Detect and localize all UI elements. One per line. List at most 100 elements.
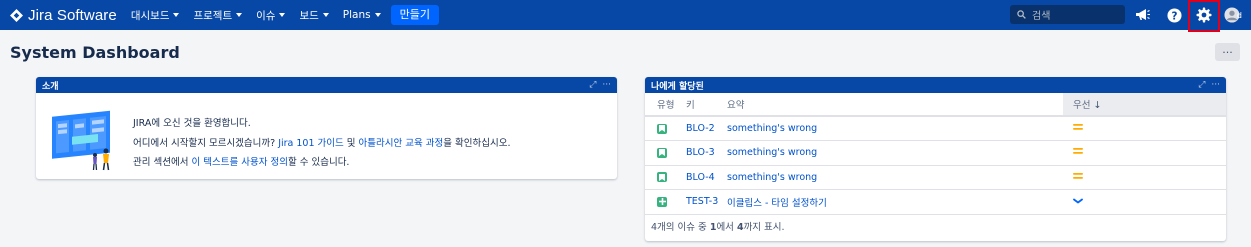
issue-key-link[interactable]: BLO-2 xyxy=(686,123,715,134)
issue-summary-link[interactable]: something's wrong xyxy=(727,123,817,134)
table-row[interactable]: BLO-3 something's wrong xyxy=(645,140,1226,166)
issue-type-cell xyxy=(645,140,686,166)
gadget-more-icon[interactable]: ··· xyxy=(602,80,611,90)
create-button[interactable]: 만들기 xyxy=(390,5,439,25)
customize-text-link[interactable]: 이 텍스트를 사용자 정의 xyxy=(191,157,287,168)
intro-line-getting-started: 어디에서 시작할지 모르시겠습니까? Jira 101 가이드 및 아틀라시안 … xyxy=(133,134,510,154)
nav-dashboards[interactable]: 대시보드 xyxy=(131,8,180,23)
intro-text: JIRA에 오신 것을 환영합니다. 어디에서 시작할지 모르시겠습니까? Ji… xyxy=(133,114,510,173)
column-header-key[interactable]: 키 xyxy=(686,93,727,117)
settings-highlight-box xyxy=(1188,0,1220,32)
avatar[interactable]: d xyxy=(1224,6,1242,24)
issue-summary-link[interactable]: 이클립스 - 타임 설정하기 xyxy=(727,198,827,209)
intro-gadget-body: JIRA에 오신 것을 환영합니다. 어디에서 시작할지 모르시겠습니까? Ji… xyxy=(36,93,617,194)
priority-low-icon xyxy=(1073,198,1083,204)
nav-issues[interactable]: 이슈 xyxy=(256,8,286,23)
nav-boards[interactable]: 보드 xyxy=(299,8,329,23)
assigned-gadget-title: 나에게 할당된 xyxy=(651,81,704,92)
footer-text: 4개의 이슈 중 xyxy=(651,221,710,233)
intro-text-part: 을 확인하십시오. xyxy=(443,137,511,149)
issues-table: 유형 키 요약 우선 ↓ BLO-2 something's wrong BLO… xyxy=(645,93,1226,215)
notifications-button[interactable] xyxy=(1133,5,1153,25)
nav-plans-label: Plans xyxy=(342,9,371,21)
help-button[interactable]: ? xyxy=(1164,5,1184,25)
issue-key[interactable]: BLO-4 xyxy=(686,165,727,190)
nav-projects-label: 프로젝트 xyxy=(193,9,233,22)
priority-cell xyxy=(1063,140,1226,166)
footer-to: 4 xyxy=(736,221,744,233)
priority-medium-icon xyxy=(1073,124,1083,130)
issue-summary[interactable]: something's wrong xyxy=(727,165,1063,190)
issue-key-link[interactable]: BLO-4 xyxy=(686,172,715,183)
column-header-type[interactable]: 유형 xyxy=(645,93,686,117)
jira-logo[interactable]: Jira Software xyxy=(10,7,117,24)
search-input[interactable]: 검색 xyxy=(1010,5,1125,24)
chevron-down-icon xyxy=(374,13,381,17)
issue-summary-link[interactable]: something's wrong xyxy=(727,147,817,158)
issue-type-cell xyxy=(645,189,686,215)
issue-summary[interactable]: something's wrong xyxy=(727,140,1063,166)
chevron-down-icon xyxy=(279,13,286,17)
atlassian-training-link[interactable]: 아틀라시안 교육 과정 xyxy=(359,138,444,149)
jira-101-guide-link[interactable]: Jira 101 가이드 xyxy=(278,138,344,149)
priority-medium-icon xyxy=(1073,148,1083,155)
table-row[interactable]: BLO-2 something's wrong xyxy=(645,116,1226,141)
column-header-priority-label: 우선 xyxy=(1073,100,1091,111)
priority-cell xyxy=(1063,116,1226,141)
intro-line-customize: 관리 섹션에서 이 텍스트를 사용자 정의할 수 있습니다. xyxy=(133,153,510,173)
nav-dashboards-label: 대시보드 xyxy=(130,9,170,22)
priority-cell xyxy=(1063,165,1226,190)
issue-key-link[interactable]: TEST-3 xyxy=(686,196,718,207)
dashboard-more-button[interactable]: ··· xyxy=(1215,43,1240,61)
search-placeholder: 검색 xyxy=(1032,11,1051,22)
issue-summary[interactable]: something's wrong xyxy=(727,116,1063,141)
nav-projects[interactable]: 프로젝트 xyxy=(193,8,243,23)
sort-arrow-down-icon: ↓ xyxy=(1093,100,1102,111)
chevron-down-icon xyxy=(173,13,180,17)
issue-key-link[interactable]: BLO-3 xyxy=(686,147,715,158)
avatar-alt: d xyxy=(1236,10,1242,20)
intro-text-part: 관리 섹션에서 xyxy=(133,157,192,168)
svg-text:?: ? xyxy=(1171,10,1177,22)
footer-text: 까지 표시. xyxy=(743,221,785,233)
footer-text: 에서 xyxy=(716,221,737,233)
chevron-down-icon xyxy=(322,13,329,17)
issue-summary[interactable]: 이클립스 - 타임 설정하기 xyxy=(727,189,1063,215)
issue-summary-link[interactable]: something's wrong xyxy=(727,172,817,183)
page-title: System Dashboard xyxy=(10,43,180,62)
intro-text-part: 및 xyxy=(343,137,359,149)
intro-line-welcome: JIRA에 오신 것을 환영합니다. xyxy=(133,118,251,129)
intro-gadget: 소개 ⤢ ··· JIRA에 오신 것을 환영합니다. 어디에서 시작할지 모르… xyxy=(36,77,617,179)
chevron-down-icon xyxy=(236,13,243,17)
top-navigation: Jira Software 대시보드 프로젝트 이슈 보드 Plans 만들기 … xyxy=(0,0,1251,32)
intro-gadget-header: 소개 ⤢ ··· xyxy=(36,77,617,93)
issue-key[interactable]: BLO-2 xyxy=(686,116,727,141)
column-header-summary[interactable]: 요약 xyxy=(727,93,1063,117)
table-row[interactable]: TEST-3 이클립스 - 타임 설정하기 xyxy=(645,189,1226,215)
nav-issues-label: 이슈 xyxy=(256,9,276,22)
assigned-to-me-gadget: 나에게 할당된 ⤢ ··· 유형 키 요약 우선 ↓ BLO-2 somethi… xyxy=(645,77,1226,241)
priority-cell xyxy=(1063,189,1226,215)
column-header-priority[interactable]: 우선 ↓ xyxy=(1063,93,1226,117)
assigned-gadget-header: 나에게 할당된 ⤢ ··· xyxy=(645,77,1226,93)
story-icon xyxy=(657,123,667,134)
table-row[interactable]: BLO-4 something's wrong xyxy=(645,165,1226,190)
story-icon xyxy=(657,172,667,183)
intro-text-part: 어디에서 시작할지 모르시겠습니까? xyxy=(133,137,279,149)
search-icon xyxy=(1017,10,1026,19)
issue-key[interactable]: BLO-3 xyxy=(686,140,727,166)
expand-icon[interactable]: ⤢ xyxy=(589,80,596,90)
logo-text: Jira Software xyxy=(28,6,117,24)
table-header-row: 유형 키 요약 우선 ↓ xyxy=(645,93,1226,117)
welcome-illustration xyxy=(52,110,110,171)
story-icon xyxy=(657,147,667,158)
nav-boards-label: 보드 xyxy=(299,9,319,22)
issue-type-cell xyxy=(645,165,686,190)
gadget-more-icon[interactable]: ··· xyxy=(1211,80,1220,90)
new-feature-icon xyxy=(657,196,667,207)
priority-medium-icon xyxy=(1073,172,1083,179)
nav-plans[interactable]: Plans xyxy=(343,9,381,21)
issue-key[interactable]: TEST-3 xyxy=(686,189,727,215)
expand-icon[interactable]: ⤢ xyxy=(1198,80,1205,90)
megaphone-icon xyxy=(1136,9,1150,20)
